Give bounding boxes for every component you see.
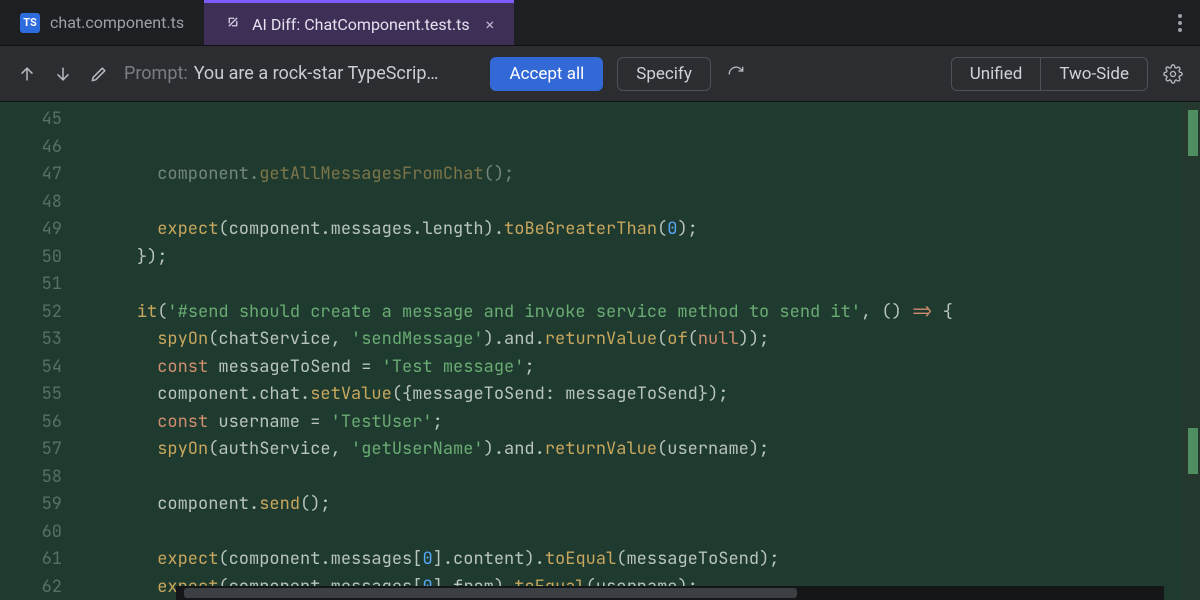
diff-marker-gutter[interactable] <box>1182 102 1200 600</box>
close-icon[interactable]: × <box>480 15 495 34</box>
edit-icon[interactable] <box>88 63 110 85</box>
line-number: 53 <box>0 326 62 354</box>
line-number: 56 <box>0 409 62 437</box>
code-line[interactable]: }); <box>96 244 1182 272</box>
code-line[interactable]: component.send(); <box>96 491 1182 519</box>
line-number: 50 <box>0 244 62 272</box>
code-line[interactable]: expect(component.messages.length).toBeGr… <box>96 216 1182 244</box>
line-number-gutter: 454647484950515253545556575859606162 <box>0 102 80 600</box>
accept-all-button[interactable]: Accept all <box>490 57 603 91</box>
line-number: 54 <box>0 354 62 382</box>
line-number: 48 <box>0 189 62 217</box>
diff-toolbar: Prompt: You are a rock-star TypeScrip… A… <box>0 46 1200 102</box>
code-editor[interactable]: 454647484950515253545556575859606162 com… <box>0 102 1200 600</box>
code-line[interactable]: spyOn(authService, 'getUserName').and.re… <box>96 436 1182 464</box>
line-number: 52 <box>0 299 62 327</box>
code-line[interactable]: component.getAllMessagesFromChat(); <box>96 161 1182 189</box>
scrollbar-horizontal[interactable] <box>176 586 1164 600</box>
ai-diff-icon <box>224 13 242 35</box>
tab-label: AI Diff: ChatComponent.test.ts <box>252 15 470 34</box>
refresh-button[interactable] <box>725 63 747 85</box>
code-line[interactable]: it('#send should create a message and in… <box>96 299 1182 327</box>
code-line[interactable]: const username = 'TestUser'; <box>96 409 1182 437</box>
line-number: 62 <box>0 574 62 600</box>
line-number: 49 <box>0 216 62 244</box>
view-twoside-button[interactable]: Two-Side <box>1040 58 1147 90</box>
code-line[interactable] <box>96 519 1182 547</box>
typescript-icon: TS <box>20 13 40 33</box>
code-line[interactable] <box>96 189 1182 217</box>
code-line[interactable]: const messageToSend = 'Test message'; <box>96 354 1182 382</box>
prompt-label: Prompt: <box>124 63 188 84</box>
line-number: 45 <box>0 106 62 134</box>
tabs-overflow-menu[interactable] <box>1160 0 1200 45</box>
line-number: 59 <box>0 491 62 519</box>
prompt-value: You are a rock-star TypeScrip… <box>194 63 439 84</box>
line-number: 61 <box>0 546 62 574</box>
next-diff-button[interactable] <box>52 63 74 85</box>
prompt-display[interactable]: Prompt: You are a rock-star TypeScrip… <box>124 63 438 84</box>
tabs-bar: TS chat.component.ts AI Diff: ChatCompon… <box>0 0 1200 46</box>
line-number: 51 <box>0 271 62 299</box>
line-number: 47 <box>0 161 62 189</box>
kebab-icon <box>1178 14 1182 32</box>
code-line[interactable]: spyOn(chatService, 'sendMessage').and.re… <box>96 326 1182 354</box>
settings-button[interactable] <box>1162 63 1184 85</box>
tab-chat-component[interactable]: TS chat.component.ts <box>0 0 204 45</box>
line-number: 58 <box>0 464 62 492</box>
diff-marker[interactable] <box>1188 110 1198 156</box>
diff-marker[interactable] <box>1188 428 1198 474</box>
tab-label: chat.component.ts <box>50 13 184 32</box>
specify-button[interactable]: Specify <box>617 57 711 91</box>
code-area[interactable]: component.getAllMessagesFromChat(); expe… <box>80 102 1182 600</box>
code-line[interactable]: component.chat.setValue({messageToSend: … <box>96 381 1182 409</box>
code-line[interactable] <box>96 271 1182 299</box>
line-number: 60 <box>0 519 62 547</box>
tab-ai-diff[interactable]: AI Diff: ChatComponent.test.ts × <box>204 0 514 45</box>
view-unified-button[interactable]: Unified <box>952 58 1041 90</box>
line-number: 55 <box>0 381 62 409</box>
line-number: 46 <box>0 134 62 162</box>
prev-diff-button[interactable] <box>16 63 38 85</box>
view-mode-toggle: Unified Two-Side <box>951 57 1148 91</box>
code-line[interactable]: expect(component.messages[0].content).to… <box>96 546 1182 574</box>
scrollbar-thumb[interactable] <box>184 588 797 598</box>
code-line[interactable] <box>96 464 1182 492</box>
line-number: 57 <box>0 436 62 464</box>
